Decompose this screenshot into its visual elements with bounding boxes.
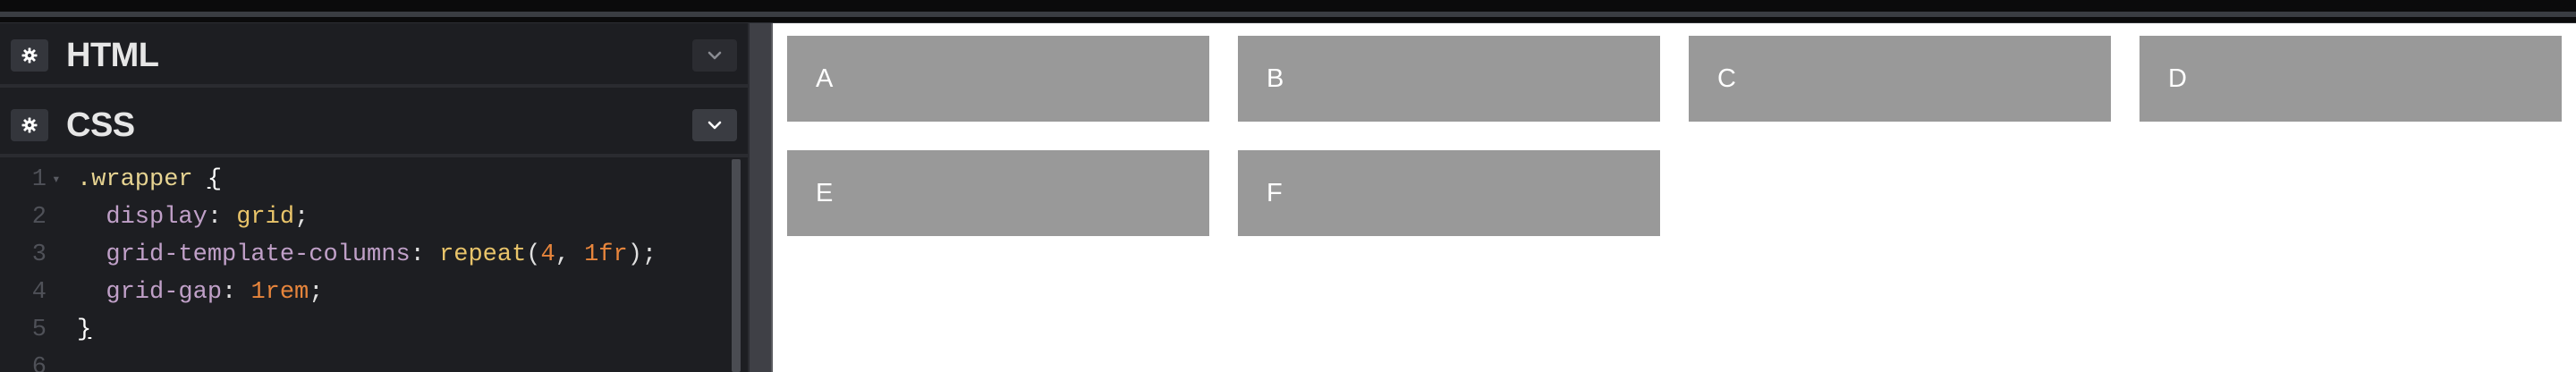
fold-arrow-icon[interactable]: ▾ bbox=[52, 161, 61, 199]
grid-item-b: B bbox=[1238, 36, 1660, 122]
code-text: grid-template-columns: repeat(4, 1fr); bbox=[77, 236, 657, 274]
code-text: .wrapper { bbox=[77, 161, 222, 199]
line-number: 1 bbox=[31, 166, 47, 193]
code-token: grid-gap bbox=[77, 279, 223, 306]
grid-item-a: A bbox=[787, 36, 1209, 122]
code-token: 1fr bbox=[584, 241, 628, 268]
css-panel-title: CSS bbox=[66, 106, 135, 144]
grid-item-d: D bbox=[2140, 36, 2562, 122]
editor-column: HTML CSS 1 ▾ .wrapper {2 display: grid;… bbox=[0, 23, 748, 372]
code-token: ; bbox=[294, 204, 309, 231]
css-code-editor[interactable]: 1 ▾ .wrapper {2 display: grid; 3 grid-templ… bbox=[0, 161, 733, 372]
code-token: : bbox=[410, 241, 440, 268]
html-panel-header[interactable]: HTML bbox=[0, 23, 748, 88]
code-token: 1rem bbox=[250, 279, 309, 306]
grid-item-c: C bbox=[1689, 36, 2111, 122]
css-settings-button[interactable] bbox=[11, 109, 48, 141]
code-line[interactable]: 4 grid-gap: 1rem; bbox=[0, 274, 733, 311]
code-text: } bbox=[77, 311, 91, 349]
line-number: 5 bbox=[31, 317, 47, 343]
editor-scrollbar-thumb[interactable] bbox=[732, 159, 741, 372]
grid-item-e: E bbox=[787, 150, 1209, 236]
css-collapse-button[interactable] bbox=[692, 109, 737, 141]
html-panel-title: HTML bbox=[66, 37, 159, 74]
code-token: } bbox=[77, 317, 92, 343]
line-number: 3 bbox=[31, 241, 47, 268]
code-token: { bbox=[207, 166, 223, 193]
css-panel-header[interactable]: CSS bbox=[0, 93, 748, 157]
gear-icon bbox=[21, 47, 38, 63]
code-token: : bbox=[222, 279, 251, 306]
html-collapse-button[interactable] bbox=[692, 39, 737, 72]
code-text: display: grid; bbox=[77, 199, 309, 236]
code-line[interactable]: 1 ▾ .wrapper { bbox=[0, 161, 733, 199]
line-number: 4 bbox=[31, 279, 47, 306]
code-token: grid bbox=[236, 204, 295, 231]
code-token: ); bbox=[627, 241, 657, 268]
grid-item-f: F bbox=[1238, 150, 1660, 236]
code-token: ( bbox=[526, 241, 541, 268]
line-number: 6 bbox=[31, 354, 47, 372]
codepen-app: HTML CSS 1 ▾ .wrapper {2 display: grid;… bbox=[0, 0, 2576, 372]
code-token: : bbox=[207, 204, 237, 231]
code-token: 4 bbox=[540, 241, 555, 268]
code-token: .wrapper bbox=[77, 166, 208, 193]
editor-resize-handle[interactable] bbox=[748, 23, 773, 372]
code-line[interactable]: 2 display: grid; bbox=[0, 199, 733, 236]
line-number: 2 bbox=[31, 204, 47, 231]
top-bar bbox=[0, 0, 2576, 23]
code-line[interactable]: 5} bbox=[0, 311, 733, 349]
preview-pane: ABCD EF bbox=[773, 23, 2576, 372]
gear-icon bbox=[21, 117, 38, 133]
code-token: repeat bbox=[439, 241, 527, 268]
code-token: , bbox=[555, 241, 585, 268]
html-settings-button[interactable] bbox=[11, 39, 48, 72]
code-line[interactable]: 6 bbox=[0, 349, 733, 372]
chevron-down-icon bbox=[708, 121, 722, 130]
code-text: grid-gap: 1rem; bbox=[77, 274, 323, 311]
code-token: grid-template-columns bbox=[77, 241, 411, 268]
chevron-down-icon bbox=[708, 51, 722, 60]
code-token: ; bbox=[309, 279, 324, 306]
code-token: display bbox=[77, 204, 208, 231]
code-line[interactable]: 3 grid-template-columns: repeat(4, 1fr); bbox=[0, 236, 733, 274]
